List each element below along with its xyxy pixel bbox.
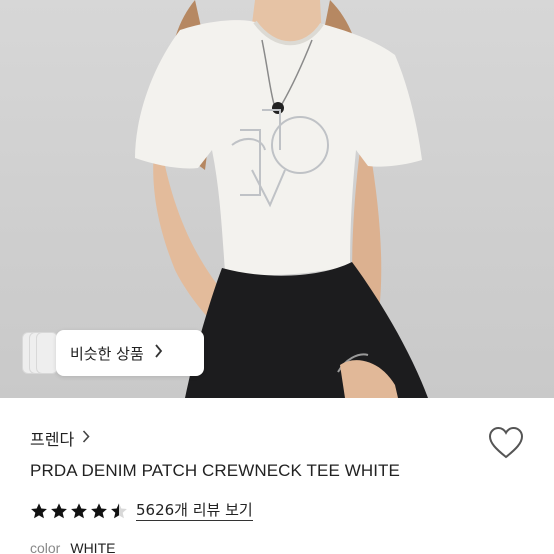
star-full-icon <box>91 503 107 519</box>
star-full-icon <box>31 503 47 519</box>
similar-products[interactable]: 비슷한 상품 <box>22 330 204 376</box>
similar-thumbnail <box>36 332 58 374</box>
heart-icon[interactable] <box>488 426 524 460</box>
star-half-icon <box>111 503 127 519</box>
color-value: WHITE <box>70 540 116 554</box>
star-full-icon <box>71 503 87 519</box>
chevron-right-icon <box>82 429 90 447</box>
similar-products-button[interactable]: 비슷한 상품 <box>56 330 204 376</box>
similar-products-label: 비슷한 상품 <box>70 344 144 363</box>
review-link[interactable]: 5626개 리뷰 보기 <box>136 501 253 521</box>
rating-stars <box>30 502 128 520</box>
color-label: color <box>30 540 61 554</box>
color-row: color WHITE <box>30 540 115 554</box>
product-title: PRDA DENIM PATCH CREWNECK TEE WHITE <box>30 461 400 480</box>
chevron-right-icon <box>154 344 163 362</box>
star-full-icon <box>51 503 67 519</box>
brand-name: 프렌다 <box>30 430 75 449</box>
rating-row: 5626개 리뷰 보기 <box>30 499 253 523</box>
brand-link[interactable]: 프렌다 <box>30 426 90 450</box>
